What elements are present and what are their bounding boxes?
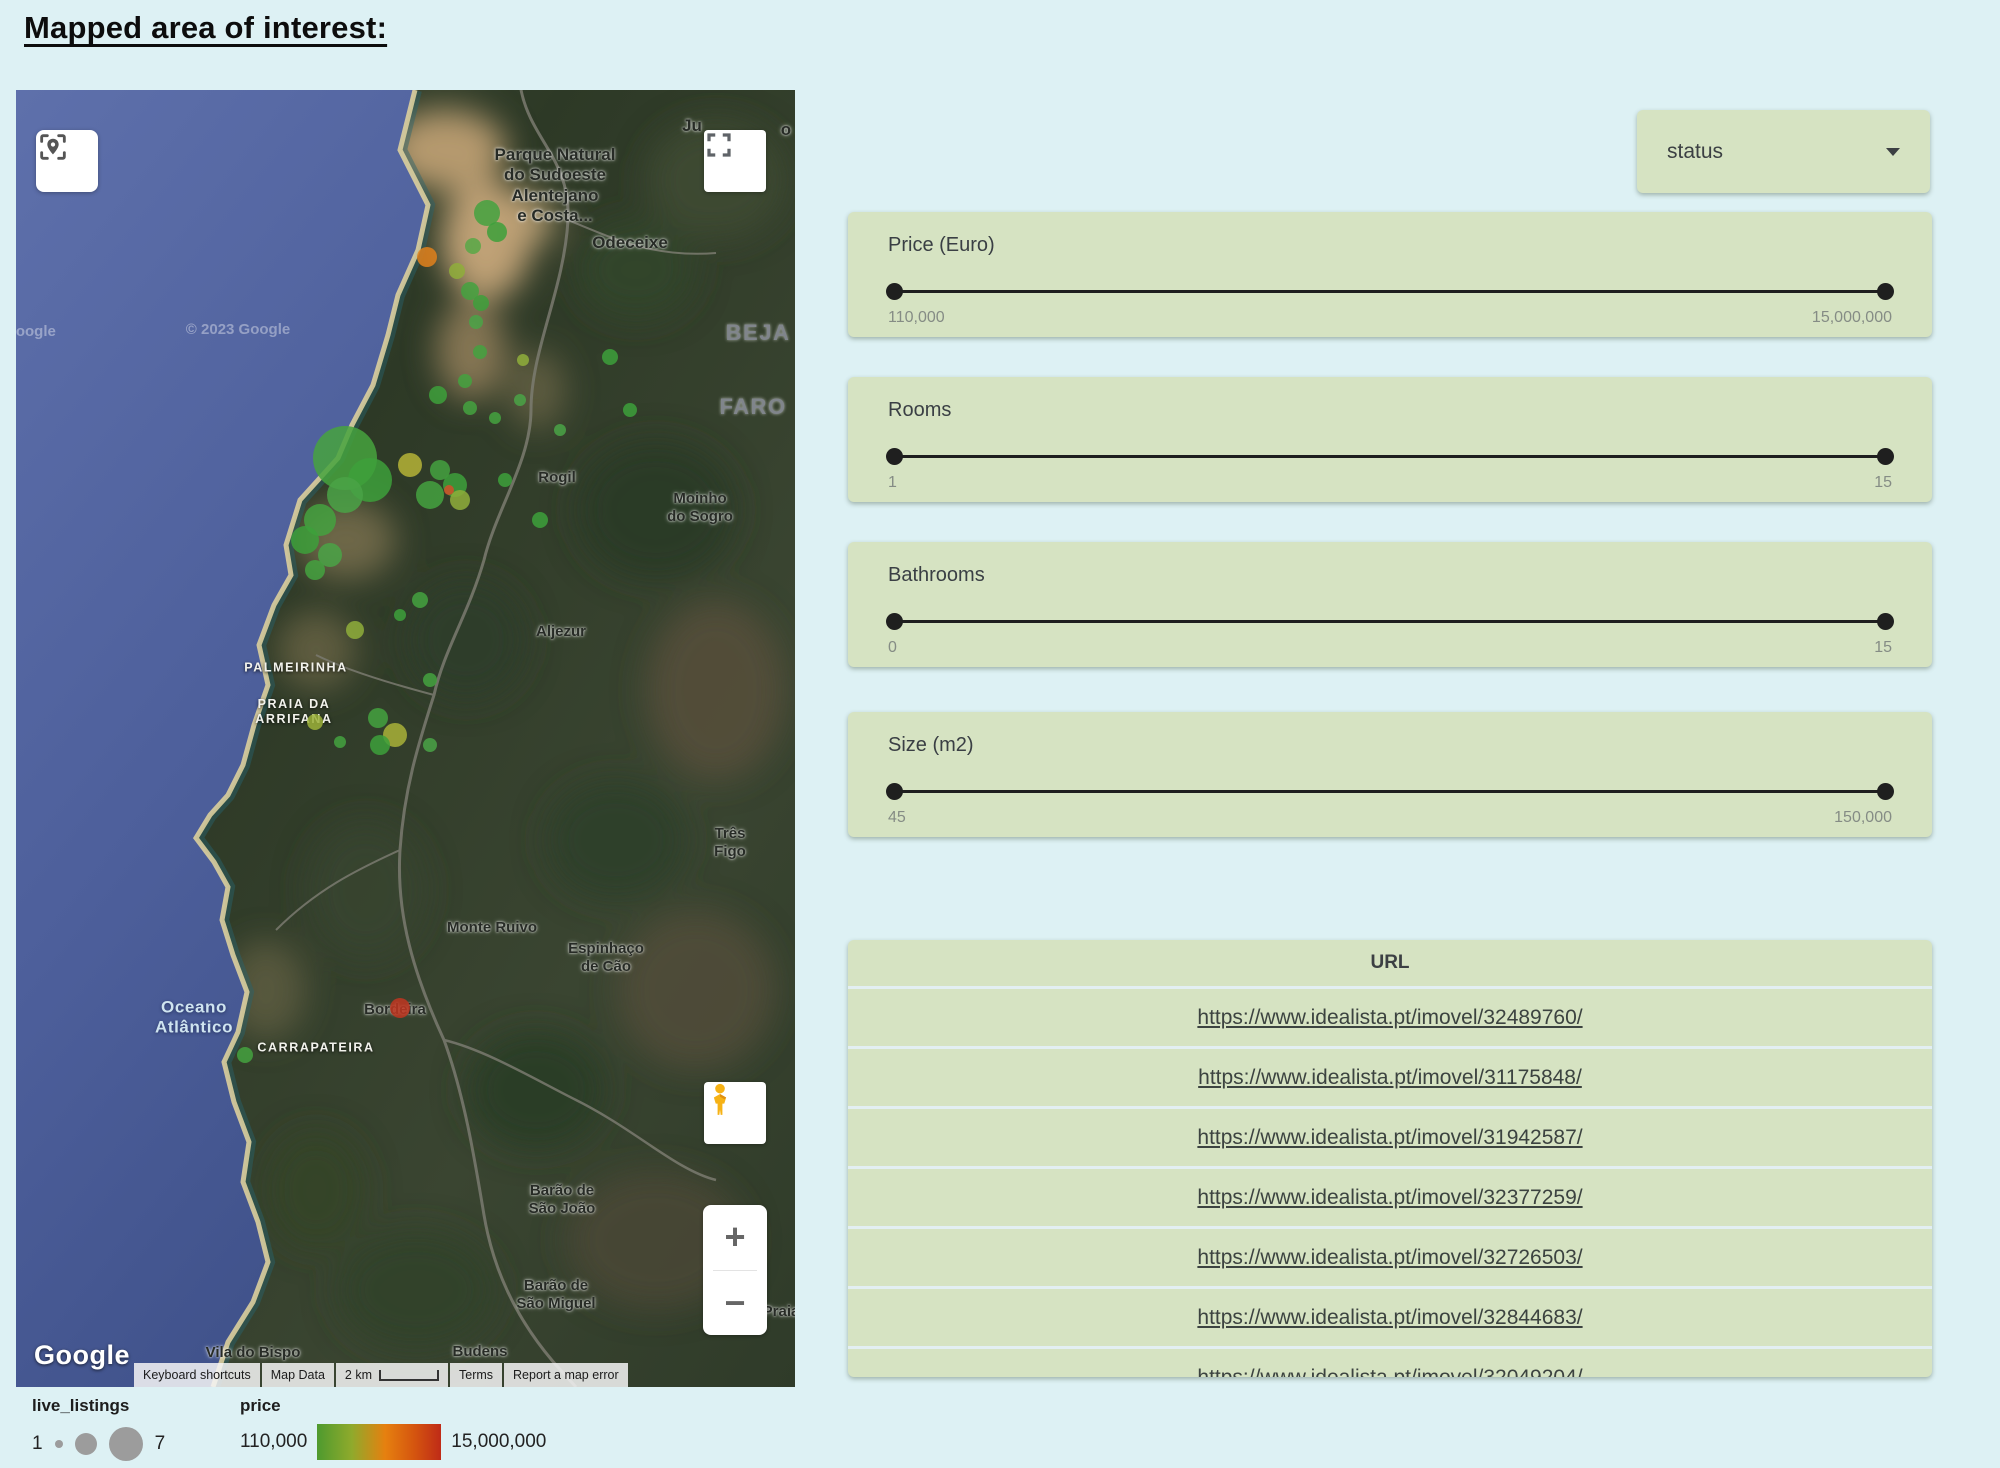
pegman-button[interactable] xyxy=(704,1082,766,1144)
url-table-header: URL xyxy=(848,940,1932,986)
rooms-slider-track[interactable] xyxy=(888,455,1892,458)
fullscreen-icon xyxy=(704,130,734,160)
table-row: https://www.idealista.pt/imovel/32844683… xyxy=(848,1286,1932,1346)
size-slider-track[interactable] xyxy=(888,790,1892,793)
keyboard-shortcuts-link[interactable]: Keyboard shortcuts xyxy=(134,1363,260,1387)
bathrooms-slider-label: Bathrooms xyxy=(888,564,1892,587)
report-map-error-link[interactable]: Report a map error xyxy=(504,1363,628,1387)
table-row: https://www.idealista.pt/imovel/31175848… xyxy=(848,1046,1932,1106)
size-legend-max: 7 xyxy=(155,1433,166,1455)
bathrooms-slider-max-handle[interactable] xyxy=(1877,613,1894,630)
size-dot-small xyxy=(55,1440,63,1448)
legend: live_listings price 1 7 110,000 15,000,0… xyxy=(32,1396,632,1468)
price-slider-min-handle[interactable] xyxy=(886,283,903,300)
price-max-value: 15,000,000 xyxy=(1812,309,1892,327)
bathrooms-filter-card: Bathrooms 0 15 xyxy=(848,542,1932,667)
url-table: URL https://www.idealista.pt/imovel/3248… xyxy=(848,940,1932,1377)
satellite-terrain xyxy=(16,90,795,1387)
bathrooms-min-value: 0 xyxy=(888,639,897,657)
terms-link[interactable]: Terms xyxy=(450,1363,502,1387)
price-filter-card: Price (Euro) 110,000 15,000,000 xyxy=(848,212,1932,337)
table-row: https://www.idealista.pt/imovel/32049204… xyxy=(848,1346,1932,1377)
status-dropdown-label: status xyxy=(1667,140,1723,164)
page: { "page": {"title": "Mapped area of inte… xyxy=(0,0,2000,1468)
size-slider-min-handle[interactable] xyxy=(886,783,903,800)
size-dot-large xyxy=(109,1427,143,1461)
listing-link[interactable]: https://www.idealista.pt/imovel/32489760… xyxy=(1197,1006,1582,1030)
bathrooms-slider-track[interactable] xyxy=(888,620,1892,623)
page-title: Mapped area of interest: xyxy=(24,10,387,46)
price-gradient-bar xyxy=(317,1424,441,1460)
listing-link[interactable]: https://www.idealista.pt/imovel/32049204… xyxy=(1197,1366,1582,1378)
listing-link[interactable]: https://www.idealista.pt/imovel/32377259… xyxy=(1197,1186,1582,1210)
listing-link[interactable]: https://www.idealista.pt/imovel/31175848… xyxy=(1198,1066,1582,1090)
map[interactable]: Parque Natural do Sudoeste Alentejano e … xyxy=(16,90,795,1387)
size-legend-label: live_listings xyxy=(32,1396,129,1416)
size-min-value: 45 xyxy=(888,809,906,827)
zoom-control: + − xyxy=(703,1205,767,1335)
status-dropdown[interactable]: status xyxy=(1637,110,1930,193)
price-slider-track[interactable] xyxy=(888,290,1892,293)
price-min-value: 110,000 xyxy=(888,309,945,327)
size-max-value: 150,000 xyxy=(1834,809,1892,827)
rooms-min-value: 1 xyxy=(888,474,897,492)
bathrooms-slider-min-handle[interactable] xyxy=(886,613,903,630)
price-legend-label: price xyxy=(240,1396,281,1416)
listing-link[interactable]: https://www.idealista.pt/imovel/32844683… xyxy=(1197,1306,1582,1330)
locate-pin-icon xyxy=(36,130,70,164)
zoom-in-button[interactable]: + xyxy=(703,1205,767,1270)
table-row: https://www.idealista.pt/imovel/32726503… xyxy=(848,1226,1932,1286)
pegman-icon xyxy=(704,1082,736,1122)
locate-button[interactable] xyxy=(36,130,98,192)
rooms-slider-max-handle[interactable] xyxy=(1877,448,1894,465)
price-slider-label: Price (Euro) xyxy=(888,234,1892,257)
price-legend-min: 110,000 xyxy=(240,1431,307,1453)
price-legend-scale: 110,000 15,000,000 xyxy=(240,1420,546,1464)
price-slider-max-handle[interactable] xyxy=(1877,283,1894,300)
map-scale: 2 km xyxy=(336,1363,448,1387)
price-legend-max: 15,000,000 xyxy=(451,1431,546,1453)
size-slider-max-handle[interactable] xyxy=(1877,783,1894,800)
chevron-down-icon xyxy=(1886,148,1900,156)
google-logo[interactable]: Google xyxy=(34,1340,130,1371)
rooms-slider-min-handle[interactable] xyxy=(886,448,903,465)
listing-link[interactable]: https://www.idealista.pt/imovel/32726503… xyxy=(1197,1246,1582,1270)
size-slider-label: Size (m2) xyxy=(888,734,1892,757)
rooms-filter-card: Rooms 1 15 xyxy=(848,377,1932,502)
table-row: https://www.idealista.pt/imovel/32377259… xyxy=(848,1166,1932,1226)
listing-link[interactable]: https://www.idealista.pt/imovel/31942587… xyxy=(1197,1126,1582,1150)
map-attribution-bar: Keyboard shortcuts Map Data 2 km Terms R… xyxy=(134,1363,628,1387)
map-data-link[interactable]: Map Data xyxy=(262,1363,334,1387)
size-dot-medium xyxy=(75,1433,97,1455)
rooms-max-value: 15 xyxy=(1874,474,1892,492)
bathrooms-max-value: 15 xyxy=(1874,639,1892,657)
map-scale-label: 2 km xyxy=(345,1368,372,1382)
map-scale-bar xyxy=(379,1370,439,1381)
size-legend-scale: 1 7 xyxy=(32,1424,165,1464)
table-row: https://www.idealista.pt/imovel/32489760… xyxy=(848,986,1932,1046)
table-row: https://www.idealista.pt/imovel/31942587… xyxy=(848,1106,1932,1166)
zoom-out-button[interactable]: − xyxy=(703,1271,767,1336)
fullscreen-button[interactable] xyxy=(704,130,766,192)
size-legend-min: 1 xyxy=(32,1433,43,1455)
size-filter-card: Size (m2) 45 150,000 xyxy=(848,712,1932,837)
rooms-slider-label: Rooms xyxy=(888,399,1892,422)
